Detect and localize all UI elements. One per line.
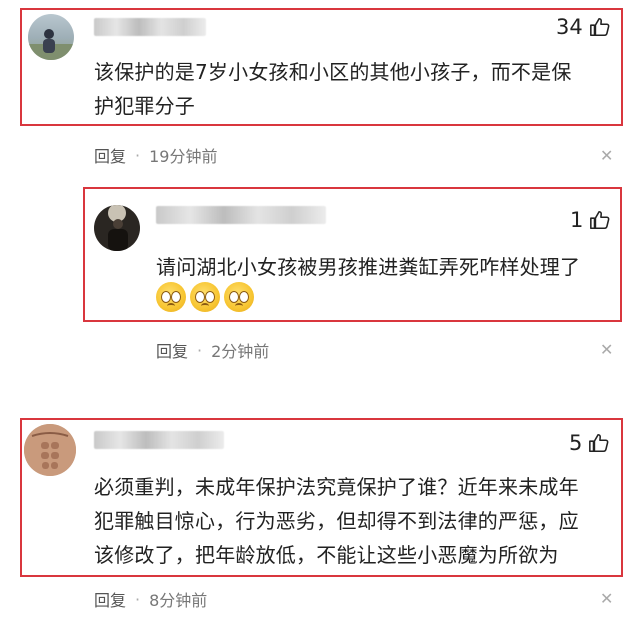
comment-1-close-icon[interactable]: ✕ <box>600 148 613 164</box>
crying-face-icon <box>224 282 254 312</box>
comment-2-avatar[interactable] <box>94 205 140 251</box>
comment-3-meta: 回复 · 8分钟前 <box>94 587 207 611</box>
comment-2-emoji-row <box>156 282 254 312</box>
crying-face-icon <box>156 282 186 312</box>
comment-3-like-button[interactable]: 5 <box>569 432 610 454</box>
comment-2-like-button[interactable]: 1 <box>570 209 611 231</box>
comment-2-text: 请问湖北小女孩被男孩推进粪缸弄死咋样处理了 <box>156 250 616 284</box>
comment-3-avatar[interactable] <box>24 424 76 476</box>
comment-3-username[interactable] <box>94 431 224 449</box>
comment-3-text-line-1: 必须重判，未成年保护法究竟保护了谁？近年来未成年 <box>94 475 579 499</box>
comment-2-text-line-1: 请问湖北小女孩被男孩推进粪缸弄死咋样处理了 <box>156 255 581 279</box>
comment-1-text: 该保护的是7岁小女孩和小区的其他小孩子，而不是保 护犯罪分子 <box>94 55 614 123</box>
comment-2-like-count: 1 <box>570 207 584 232</box>
comment-3-like-count: 5 <box>569 430 583 455</box>
comment-1-like-button[interactable]: 34 <box>556 16 611 38</box>
separator-dot: · <box>135 589 141 609</box>
comment-1-username[interactable] <box>94 18 206 36</box>
comment-3-text: 必须重判，未成年保护法究竟保护了谁？近年来未成年 犯罪触目惊心，行为恶劣，但却得… <box>94 470 616 572</box>
comment-1-like-count: 34 <box>556 14 583 39</box>
crying-face-icon <box>190 282 220 312</box>
comment-1-avatar[interactable] <box>28 14 74 60</box>
comment-2-username[interactable] <box>156 206 326 224</box>
comment-2-timestamp: 2分钟前 <box>211 342 270 361</box>
comment-1-reply-button[interactable]: 回复 <box>94 143 126 167</box>
person-outdoor-avatar-icon <box>28 29 74 60</box>
comment-2-meta: 回复 · 2分钟前 <box>156 338 269 362</box>
comment-3-text-line-2: 犯罪触目惊心，行为恶劣，但却得不到法律的严惩，应 <box>94 509 579 533</box>
comment-1-timestamp: 19分钟前 <box>149 147 218 166</box>
separator-dot: · <box>197 340 203 360</box>
thumbs-up-icon <box>589 17 610 37</box>
comment-1-text-line-1: 该保护的是7岁小女孩和小区的其他小孩子，而不是保 <box>94 60 572 84</box>
comment-3-close-icon[interactable]: ✕ <box>600 591 613 607</box>
comment-2-reply-button[interactable]: 回复 <box>156 338 188 362</box>
person-dark-avatar-icon <box>108 205 128 251</box>
comment-3-text-line-3: 该修改了，把年龄放低，不能让这些小恶魔为所欲为 <box>94 543 559 567</box>
comment-3-timestamp: 8分钟前 <box>149 591 208 610</box>
comment-1-meta: 回复 · 19分钟前 <box>94 143 217 167</box>
comment-1-text-line-2: 护犯罪分子 <box>94 94 195 118</box>
thumbs-up-icon <box>590 210 610 230</box>
comment-3-reply-button[interactable]: 回复 <box>94 587 126 611</box>
separator-dot: · <box>135 145 141 165</box>
thumbs-up-icon <box>589 433 609 453</box>
torso-avatar-icon <box>24 424 76 476</box>
comment-2-close-icon[interactable]: ✕ <box>600 342 613 358</box>
